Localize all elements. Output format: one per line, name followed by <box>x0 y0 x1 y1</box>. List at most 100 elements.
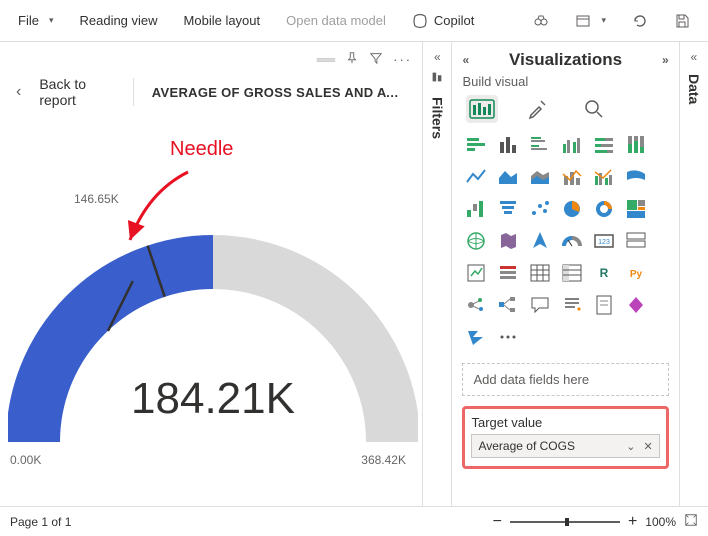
paginated-report-icon[interactable] <box>590 291 618 319</box>
filters-pane-collapsed[interactable]: « Filters <box>422 42 451 506</box>
more-visuals-icon[interactable] <box>494 323 522 351</box>
visualizations-pane: « Visualizations » Build visual <box>451 42 678 506</box>
save-icon <box>674 13 690 29</box>
donut-icon[interactable] <box>590 195 618 223</box>
slicer-icon[interactable] <box>494 259 522 287</box>
clustered-column-icon[interactable] <box>558 131 586 159</box>
zoom-level[interactable]: 100% <box>645 515 676 529</box>
copilot-icon <box>412 13 428 29</box>
page-indicator[interactable]: Page 1 of 1 <box>10 515 71 529</box>
command-bar: File Reading view Mobile layout Open dat… <box>0 0 708 42</box>
ribbon-chart-icon[interactable] <box>622 163 650 191</box>
decomposition-tree-icon[interactable] <box>494 291 522 319</box>
format-visual-tab[interactable] <box>522 95 554 123</box>
stacked-column-100-icon[interactable] <box>622 131 650 159</box>
visualization-type-grid: 123 R Py <box>462 131 668 351</box>
qa-visual-icon[interactable] <box>526 291 554 319</box>
status-bar: Page 1 of 1 − + 100% <box>0 506 708 536</box>
svg-text:Py: Py <box>630 269 643 280</box>
field-pill-label: Average of COGS <box>478 439 575 453</box>
line-stacked-column-icon[interactable] <box>558 163 586 191</box>
fit-to-page-button[interactable] <box>684 513 698 530</box>
refresh-button[interactable] <box>622 7 658 35</box>
search-icon-button[interactable] <box>523 7 559 35</box>
chevron-down-icon[interactable]: ⌄ <box>626 440 635 453</box>
line-chart-icon[interactable] <box>462 163 490 191</box>
reading-view-button[interactable]: Reading view <box>69 7 167 34</box>
remove-field-icon[interactable]: ✕ <box>643 440 652 453</box>
azure-map-icon[interactable] <box>526 227 554 255</box>
line-clustered-column-icon[interactable] <box>590 163 618 191</box>
scatter-icon[interactable] <box>526 195 554 223</box>
analytics-tab[interactable] <box>578 95 610 123</box>
funnel-icon[interactable] <box>494 195 522 223</box>
chevron-left-icon: « <box>691 50 698 64</box>
pin-icon[interactable] <box>345 51 359 68</box>
data-pane-collapsed[interactable]: « Data <box>679 42 708 506</box>
multi-row-card-icon[interactable] <box>622 227 650 255</box>
refresh-icon <box>632 13 648 29</box>
build-visual-label: Build visual <box>462 74 668 89</box>
target-value-well-highlight: Target value Average of COGS ⌄ ✕ <box>462 406 668 469</box>
view-menu[interactable] <box>565 7 616 35</box>
binoculars-icon <box>533 13 549 29</box>
copilot-button[interactable]: Copilot <box>402 7 484 35</box>
area-chart-icon[interactable] <box>494 163 522 191</box>
more-options-icon[interactable]: ··· <box>393 52 412 67</box>
build-visual-tab[interactable] <box>466 95 498 123</box>
svg-text:123: 123 <box>599 239 611 246</box>
report-canvas: ══ ··· ‹ Back to report AVERAGE OF GROSS… <box>0 42 422 506</box>
pie-icon[interactable] <box>558 195 586 223</box>
treemap-icon[interactable] <box>622 195 650 223</box>
kpi-icon[interactable] <box>462 259 490 287</box>
filled-map-icon[interactable] <box>494 227 522 255</box>
filters-icon <box>430 70 444 87</box>
visualizations-header: Visualizations <box>509 50 622 70</box>
filter-icon[interactable] <box>369 51 383 68</box>
zoom-slider[interactable] <box>510 521 620 523</box>
visual-header-toolbar: ══ ··· <box>0 48 422 70</box>
power-apps-icon[interactable] <box>622 291 650 319</box>
chevron-right-icon[interactable]: » <box>662 53 669 67</box>
chevron-left-icon: « <box>434 50 441 64</box>
waterfall-icon[interactable] <box>462 195 490 223</box>
values-field-well[interactable]: Add data fields here <box>462 363 668 396</box>
gauge-visual[interactable]: 146.65K 184.21K 0.00K 368.42K <box>8 222 418 482</box>
target-value-label: Target value <box>471 415 659 430</box>
zoom-in-button[interactable]: + <box>628 513 637 531</box>
gauge-target-label: 146.65K <box>74 192 119 206</box>
smart-narrative-icon[interactable] <box>558 291 586 319</box>
visual-title: AVERAGE OF GROSS SALES AND AVERAG... <box>152 85 406 100</box>
svg-text:R: R <box>600 266 609 280</box>
open-data-model-button: Open data model <box>276 7 396 34</box>
target-value-field-pill[interactable]: Average of COGS ⌄ ✕ <box>471 434 659 458</box>
zoom-out-button[interactable]: − <box>493 513 502 531</box>
save-button[interactable] <box>664 7 700 35</box>
clustered-bar-icon[interactable] <box>526 131 554 159</box>
python-visual-icon[interactable]: Py <box>622 259 650 287</box>
gauge-min-label: 0.00K <box>10 453 41 467</box>
stacked-bar-icon[interactable] <box>462 131 490 159</box>
stacked-bar-100-icon[interactable] <box>590 131 618 159</box>
grip-icon[interactable]: ══ <box>317 52 335 67</box>
data-rail-label: Data <box>686 74 702 104</box>
filters-rail-label: Filters <box>429 97 445 139</box>
mobile-layout-button[interactable]: Mobile layout <box>174 7 271 34</box>
table-icon[interactable] <box>526 259 554 287</box>
back-arrow-icon[interactable]: ‹ <box>16 83 21 101</box>
card-icon[interactable]: 123 <box>590 227 618 255</box>
gauge-icon[interactable] <box>558 227 586 255</box>
map-icon[interactable] <box>462 227 490 255</box>
view-icon <box>575 13 591 29</box>
file-menu[interactable]: File <box>8 7 63 34</box>
stacked-column-icon[interactable] <box>494 131 522 159</box>
gauge-max-label: 368.42K <box>361 453 406 467</box>
back-to-report-button[interactable]: Back to report <box>39 76 115 108</box>
key-influencers-icon[interactable] <box>462 291 490 319</box>
power-automate-icon[interactable] <box>462 323 490 351</box>
stacked-area-icon[interactable] <box>526 163 554 191</box>
r-visual-icon[interactable]: R <box>590 259 618 287</box>
chevron-left-icon[interactable]: « <box>462 53 469 67</box>
needle-annotation: Needle <box>170 138 233 161</box>
matrix-icon[interactable] <box>558 259 586 287</box>
